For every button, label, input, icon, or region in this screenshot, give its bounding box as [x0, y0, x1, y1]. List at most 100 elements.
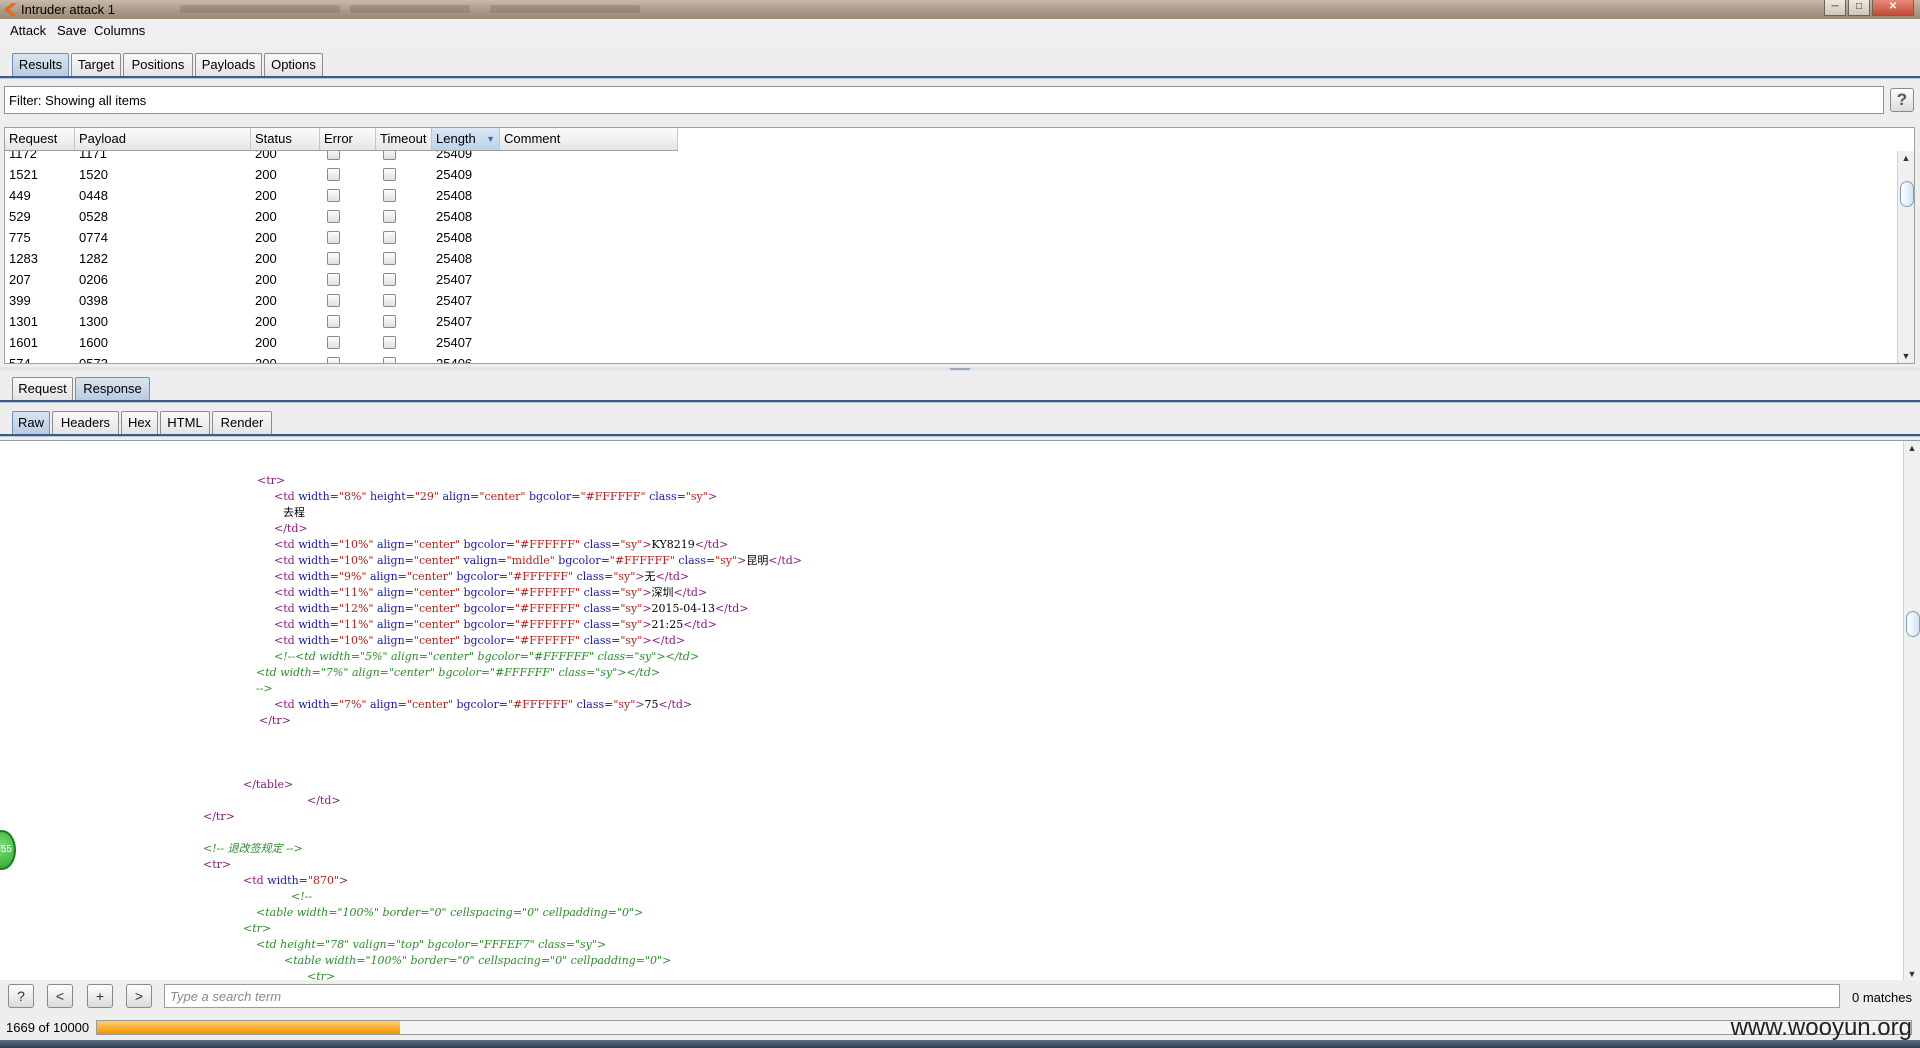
- cell-payload: 1300: [79, 314, 108, 329]
- response-viewer[interactable]: <tr> <td width="8%" height="29" align="ce…: [0, 440, 1920, 980]
- timeout-checkbox[interactable]: [383, 273, 396, 286]
- code-token: "11%": [338, 618, 374, 631]
- table-row[interactable]: 1601 1600 200 25407: [5, 332, 678, 353]
- cell-length: 25408: [436, 251, 473, 266]
- column-length[interactable]: Length ▼: [432, 128, 500, 150]
- tab-render[interactable]: Render: [212, 411, 272, 434]
- search-help-button[interactable]: ?: [8, 984, 34, 1008]
- maximize-icon[interactable]: □: [1848, 0, 1870, 16]
- code-line: <!-- 退改签规定 -->: [203, 841, 303, 857]
- results-scrollbar[interactable]: ▲ ▼: [1897, 151, 1914, 363]
- code-token: class=: [573, 570, 614, 583]
- scroll-thumb[interactable]: [1900, 181, 1914, 207]
- cell-status: 200: [255, 230, 277, 245]
- search-next-button[interactable]: >: [126, 984, 152, 1008]
- column-error[interactable]: Error: [320, 128, 376, 150]
- column-request[interactable]: Request: [5, 128, 75, 150]
- code-token: "#FFFFFF": [580, 490, 646, 503]
- column-comment[interactable]: Comment: [500, 128, 678, 150]
- menu-attack[interactable]: Attack: [10, 23, 46, 38]
- tab-response[interactable]: Response: [75, 377, 150, 400]
- error-checkbox[interactable]: [327, 151, 340, 160]
- scroll-down-icon[interactable]: ▼: [1898, 349, 1914, 363]
- error-checkbox[interactable]: [327, 336, 340, 349]
- tab-headers[interactable]: Headers: [52, 411, 119, 434]
- code-token: </td>: [655, 570, 690, 583]
- minimize-icon[interactable]: ─: [1824, 0, 1846, 16]
- response-scrollbar[interactable]: ▲ ▼: [1903, 441, 1920, 980]
- timeout-checkbox[interactable]: [383, 231, 396, 244]
- tab-results[interactable]: Results: [12, 53, 69, 76]
- timeout-checkbox[interactable]: [383, 210, 396, 223]
- column-timeout[interactable]: Timeout: [376, 128, 432, 150]
- column-status[interactable]: Status: [251, 128, 320, 150]
- timeout-checkbox[interactable]: [383, 315, 396, 328]
- table-row[interactable]: 574 0573 200 25406: [5, 353, 678, 363]
- timeout-checkbox[interactable]: [383, 336, 396, 349]
- tab-request[interactable]: Request: [12, 377, 73, 400]
- table-row[interactable]: 775 0774 200 25408: [5, 227, 678, 248]
- code-line: <td width="7%" align="center" bgcolor="#…: [274, 697, 692, 713]
- error-checkbox[interactable]: [327, 315, 340, 328]
- timeout-checkbox[interactable]: [383, 252, 396, 265]
- pane-splitter[interactable]: [0, 367, 1920, 371]
- scroll-up-icon[interactable]: ▲: [1898, 151, 1914, 165]
- error-checkbox[interactable]: [327, 252, 340, 265]
- search-add-button[interactable]: +: [87, 984, 113, 1008]
- error-checkbox[interactable]: [327, 357, 340, 363]
- code-token: "29": [414, 490, 439, 503]
- tab-positions[interactable]: Positions: [123, 53, 193, 76]
- code-token: <tr>: [257, 474, 286, 487]
- table-row[interactable]: 399 0398 200 25407: [5, 290, 678, 311]
- table-row[interactable]: 529 0528 200 25408: [5, 206, 678, 227]
- filter-bar[interactable]: Filter: Showing all items: [4, 86, 1884, 114]
- code-token: align=: [366, 698, 407, 711]
- table-row[interactable]: 1283 1282 200 25408: [5, 248, 678, 269]
- table-row[interactable]: 1172 1171 200 25409: [5, 151, 678, 164]
- error-checkbox[interactable]: [327, 168, 340, 181]
- code-token: width=: [298, 538, 339, 551]
- tab-options[interactable]: Options: [264, 53, 323, 76]
- table-row[interactable]: 207 0206 200 25407: [5, 269, 678, 290]
- close-icon[interactable]: ✕: [1872, 0, 1914, 16]
- search-prev-button[interactable]: <: [47, 984, 73, 1008]
- filter-help-button[interactable]: ?: [1890, 88, 1914, 112]
- menu-save[interactable]: Save: [57, 23, 87, 38]
- table-row[interactable]: 1521 1520 200 25409: [5, 164, 678, 185]
- cell-payload: 0573: [79, 356, 108, 363]
- scroll-down-icon[interactable]: ▼: [1904, 967, 1920, 980]
- error-checkbox[interactable]: [327, 273, 340, 286]
- code-token: "middle": [506, 554, 555, 567]
- table-row[interactable]: 449 0448 200 25408: [5, 185, 678, 206]
- code-token: <td: [274, 634, 299, 647]
- code-token: >: [635, 570, 645, 583]
- search-input[interactable]: [164, 984, 1840, 1008]
- code-line: <tr>: [257, 473, 285, 489]
- menu-columns[interactable]: Columns: [94, 23, 145, 38]
- splitter-grip[interactable]: [950, 368, 970, 370]
- scroll-up-icon[interactable]: ▲: [1904, 441, 1920, 455]
- tab-hex[interactable]: Hex: [121, 411, 158, 434]
- tab-target[interactable]: Target: [71, 53, 121, 76]
- scroll-thumb[interactable]: [1906, 611, 1920, 637]
- code-token: 去程: [283, 506, 305, 519]
- code-token: class=: [573, 698, 614, 711]
- code-token: <tr>: [203, 858, 232, 871]
- timeout-checkbox[interactable]: [383, 151, 396, 160]
- column-payload[interactable]: Payload: [75, 128, 251, 150]
- error-checkbox[interactable]: [327, 231, 340, 244]
- code-line: </table>: [243, 777, 293, 793]
- error-checkbox[interactable]: [327, 294, 340, 307]
- code-token: class=: [580, 618, 621, 631]
- tab-raw[interactable]: Raw: [12, 411, 50, 434]
- timeout-checkbox[interactable]: [383, 168, 396, 181]
- error-checkbox[interactable]: [327, 189, 340, 202]
- code-token: "#FFFFFF": [514, 618, 581, 631]
- tab-html[interactable]: HTML: [160, 411, 210, 434]
- timeout-checkbox[interactable]: [383, 357, 396, 363]
- timeout-checkbox[interactable]: [383, 189, 396, 202]
- error-checkbox[interactable]: [327, 210, 340, 223]
- tab-payloads[interactable]: Payloads: [195, 53, 262, 76]
- timeout-checkbox[interactable]: [383, 294, 396, 307]
- table-row[interactable]: 1301 1300 200 25407: [5, 311, 678, 332]
